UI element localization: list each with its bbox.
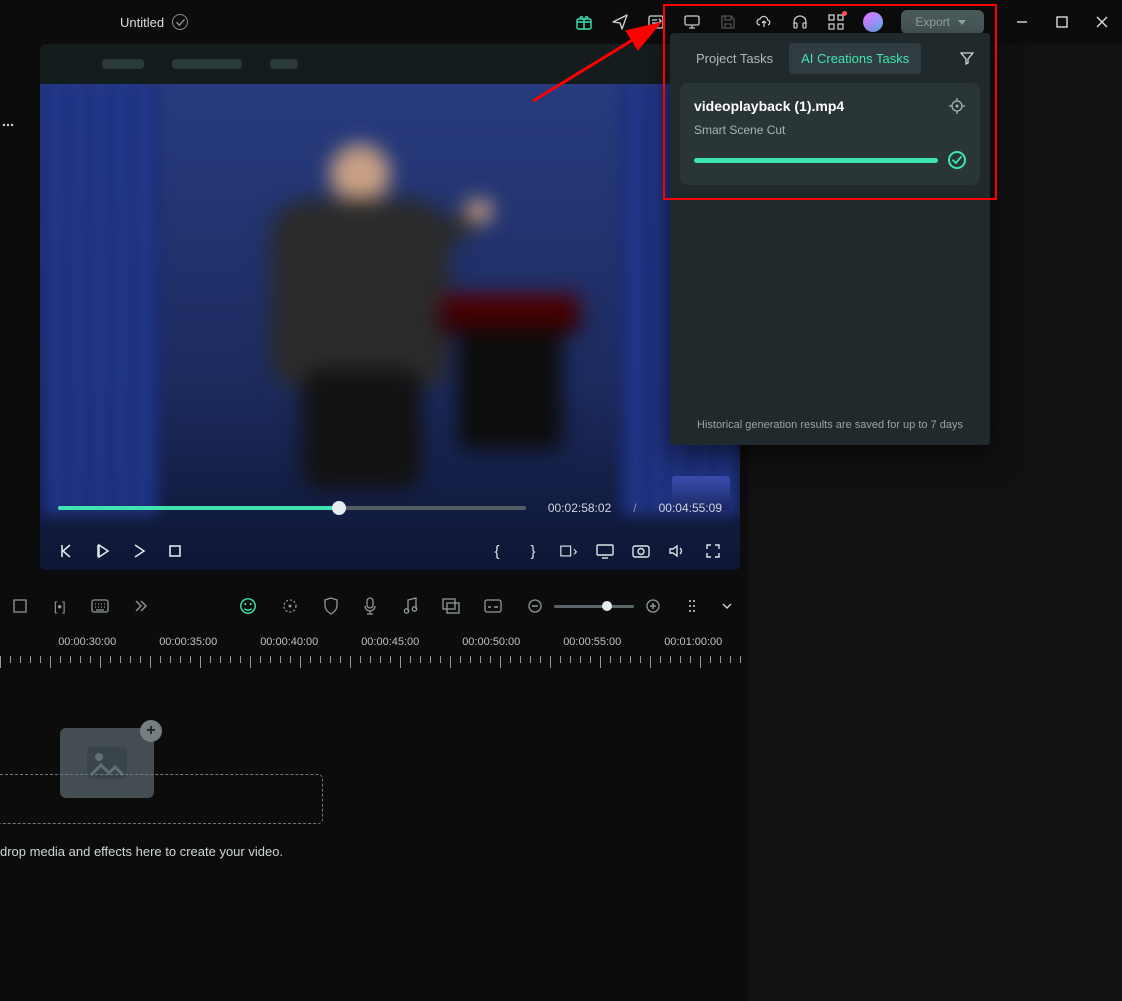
task-subtitle: Smart Scene Cut [694, 123, 966, 137]
ruler-label: 00:00:30:00 [58, 636, 116, 648]
zoom-in-icon[interactable] [644, 597, 662, 615]
filter-icon[interactable] [958, 49, 976, 67]
add-media-plus-icon[interactable]: + [140, 720, 162, 742]
ruler-label: 00:01:00:00 [664, 636, 722, 648]
mark-out-icon[interactable]: } [524, 542, 542, 560]
stop-button[interactable] [166, 542, 184, 560]
send-icon[interactable] [611, 13, 629, 31]
preview-tab[interactable] [102, 59, 144, 69]
task-progress-bar [694, 158, 938, 163]
timeline-ruler[interactable]: 00:00:30:00 00:00:35:00 00:00:40:00 00:0… [0, 632, 748, 672]
saved-check-icon [172, 14, 188, 30]
export-button[interactable]: Export [901, 10, 984, 34]
drop-hint: drop media and effects here to create yo… [0, 844, 283, 859]
screenshot-icon[interactable] [632, 542, 650, 560]
preview-tab[interactable] [172, 59, 242, 69]
headphones-icon[interactable] [791, 13, 809, 31]
seek-knob[interactable] [332, 501, 346, 515]
time-separator: / [633, 501, 636, 515]
seek-track[interactable] [58, 506, 526, 510]
tasks-popup: Project Tasks AI Creations Tasks videopl… [670, 33, 990, 445]
preview-tab[interactable] [270, 59, 298, 69]
ruler-label: 00:00:45:00 [361, 636, 419, 648]
fullscreen-icon[interactable] [704, 542, 722, 560]
gift-icon[interactable] [575, 13, 593, 31]
ruler-label: 00:00:40:00 [260, 636, 318, 648]
close-button[interactable] [1082, 0, 1122, 44]
caption-icon[interactable] [484, 597, 502, 615]
target-icon[interactable] [281, 597, 299, 615]
chevron-down-icon [958, 20, 966, 25]
volume-icon[interactable] [668, 542, 686, 560]
play-button[interactable] [94, 542, 112, 560]
locate-icon[interactable] [948, 97, 966, 115]
overlay-icon[interactable] [442, 597, 460, 615]
tab-project-tasks[interactable]: Project Tasks [684, 43, 785, 74]
shield-icon[interactable] [323, 597, 339, 615]
ruler-label: 00:00:50:00 [462, 636, 520, 648]
fit-dropdown-icon[interactable] [560, 542, 578, 560]
monitor-icon[interactable] [683, 13, 701, 31]
project-title: Untitled [120, 15, 164, 30]
music-note-icon[interactable] [402, 597, 418, 615]
tab-ai-creations-tasks[interactable]: AI Creations Tasks [789, 43, 921, 74]
save-icon[interactable] [719, 13, 737, 31]
mark-in-icon[interactable]: { [488, 542, 506, 560]
prev-frame-button[interactable] [58, 542, 76, 560]
preview-tab-bar [40, 44, 740, 84]
minimize-button[interactable] [1002, 0, 1042, 44]
zoom-out-icon[interactable] [526, 597, 544, 615]
cloud-upload-icon[interactable] [755, 13, 773, 31]
apps-grid-icon[interactable] [827, 13, 845, 31]
user-avatar[interactable] [863, 12, 883, 32]
keyboard-icon[interactable] [91, 597, 109, 615]
time-current: 00:02:58:02 [548, 501, 611, 515]
expand-collapse-icon[interactable] [12, 597, 28, 615]
ruler-label: 00:00:35:00 [159, 636, 217, 648]
next-frame-button[interactable] [130, 542, 148, 560]
maximize-button[interactable] [1042, 0, 1082, 44]
popup-footer: Historical generation results are saved … [670, 409, 990, 445]
seek-row: 00:02:58:02 / 00:04:55:09 [58, 496, 722, 520]
task-filename: videoplayback (1).mp4 [694, 98, 948, 114]
task-complete-check-icon [948, 151, 966, 169]
ai-face-icon[interactable] [239, 597, 257, 615]
tasks-panel-icon[interactable] [647, 13, 665, 31]
sidebar-toggle-icon[interactable] [0, 112, 16, 138]
tracks-layout-icon[interactable] [686, 597, 704, 615]
drop-target[interactable] [0, 774, 323, 824]
task-card[interactable]: videoplayback (1).mp4 Smart Scene Cut [680, 83, 980, 185]
chevron-down-icon[interactable] [718, 597, 736, 615]
brackets-icon[interactable]: [•] [52, 597, 67, 615]
microphone-icon[interactable] [363, 597, 378, 615]
ruler-label: 00:00:55:00 [563, 636, 621, 648]
zoom-slider[interactable] [554, 605, 634, 608]
chevrons-right-icon[interactable] [133, 597, 149, 615]
video-preview[interactable]: 00:02:58:02 / 00:04:55:09 { } [40, 84, 740, 570]
display-icon[interactable] [596, 542, 614, 560]
export-label: Export [915, 15, 950, 29]
time-total: 00:04:55:09 [659, 501, 722, 515]
